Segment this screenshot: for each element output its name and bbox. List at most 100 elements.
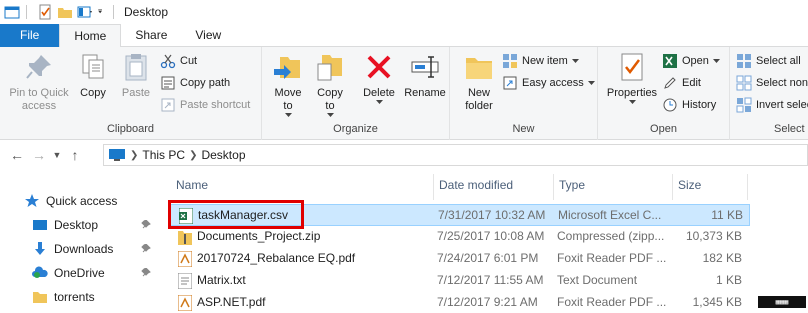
zip-icon [178,231,192,245]
new-folder-quick-icon[interactable] [57,4,73,20]
move-to-button[interactable]: Move to [270,51,306,118]
edit-label: Edit [682,77,701,89]
nav-item-desktop[interactable]: Desktop [32,214,98,236]
cloud-icon [32,266,48,278]
select-none-icon [736,75,752,91]
nav-item-downloads[interactable]: Downloads [32,238,113,260]
pin-icon [26,55,51,79]
pin-icon[interactable] [141,220,151,230]
new-folder-icon [466,58,492,79]
file-name: 20170724_Rebalance EQ.pdf [197,251,356,265]
easy-access-button[interactable]: Easy access [502,73,597,93]
forward-arrow-icon[interactable]: → [28,144,50,166]
properties-button[interactable]: Properties [604,51,660,105]
properties-quick-icon[interactable] [37,4,53,20]
easy-access-label: Easy access [522,77,584,89]
paste-shortcut-button[interactable]: Paste shortcut [160,95,250,115]
chevron-right-icon[interactable]: ❯ [130,150,138,161]
nav-label: Desktop [54,218,99,232]
chevron-down-icon [712,59,720,63]
pin-label-line2: access [21,100,57,112]
file-type: Foxit Reader PDF ... [557,295,667,309]
text-document-icon [178,273,192,289]
ribbon-tabs: File Home Share View [0,24,808,48]
select-all-button[interactable]: Select all [736,51,801,71]
file-row[interactable]: Documents_Project.zip 7/25/2017 10:08 AM… [170,226,750,248]
pin-icon[interactable] [141,244,151,254]
download-icon [35,242,45,255]
nav-item-torrents[interactable]: torrents [32,286,95,308]
open-button[interactable]: Open [662,51,722,71]
this-pc-icon [109,149,125,161]
new-item-button[interactable]: New item [502,51,581,71]
nav-item-quick-access[interactable]: Quick access [24,190,117,212]
tab-file[interactable]: File [0,24,60,47]
move-label-line1: Move [274,87,302,99]
clipboard-group-label: Clipboard [106,123,155,135]
move-to-icon [274,57,300,79]
new-folder-button[interactable]: New folder [460,51,498,113]
chevron-down-icon [375,100,383,104]
copy-path-button[interactable]: Copy path [160,73,230,93]
cut-button[interactable]: Cut [160,51,197,71]
desktop-icon [33,220,47,230]
nav-item-onedrive[interactable]: OneDrive [32,262,105,284]
column-header-name[interactable]: Name [170,170,433,200]
scissors-icon [160,54,176,69]
chevron-right-icon[interactable]: ❯ [189,150,197,161]
file-name: Matrix.txt [197,273,246,287]
new-item-label: New item [522,55,568,67]
organize-group: Move to Copy to Delete Rename Organize [262,47,450,140]
watermark-logo: ▦▦▦ [758,296,806,308]
delete-label: Delete [363,87,395,99]
breadcrumb-this-pc[interactable]: This PC [142,148,185,162]
address-bar[interactable]: ❯ This PC ❯ Desktop [103,144,808,166]
customize-quick-icon[interactable] [77,4,93,20]
title-bar: Desktop [0,0,808,24]
file-date: 7/31/2017 10:32 AM [438,208,546,222]
file-row[interactable]: ASP.NET.pdf 7/12/2017 9:21 AM Foxit Read… [170,292,750,313]
chevron-down-icon [326,113,334,117]
column-divider[interactable] [747,174,748,200]
file-size: 1 KB [715,273,742,287]
chevron-down-icon [284,113,292,117]
pin-to-quick-access-button[interactable]: Pin to Quick access [6,51,72,113]
select-group: Select all Select none Invert selection … [730,47,808,140]
chevron-down-icon[interactable] [97,4,107,20]
tab-home[interactable]: Home [59,24,122,48]
history-button[interactable]: History [662,95,716,115]
breadcrumb-desktop[interactable]: Desktop [201,148,245,162]
file-type: Foxit Reader PDF ... [557,251,667,265]
up-arrow-icon[interactable]: ↑ [64,144,86,166]
file-row[interactable]: Matrix.txt 7/12/2017 11:55 AM Text Docum… [170,270,750,292]
file-row[interactable]: 20170724_Rebalance EQ.pdf 7/24/2017 6:01… [170,248,750,270]
properties-label: Properties [606,87,658,99]
chevron-down-icon [628,100,636,104]
recent-locations-chevron-icon[interactable]: ▼ [50,144,64,166]
select-none-button[interactable]: Select none [736,73,808,93]
copy-button[interactable]: Copy [76,51,110,100]
pdf-icon [178,295,192,311]
back-arrow-icon[interactable]: ← [6,144,28,166]
column-header-size[interactable]: Size [672,170,742,200]
copy-to-button[interactable]: Copy to [312,51,348,118]
file-date: 7/12/2017 11:55 AM [437,273,544,287]
paste-button[interactable]: Paste [118,51,154,100]
tab-share[interactable]: Share [121,24,181,47]
column-header-date-modified[interactable]: Date modified [433,170,553,200]
edit-button[interactable]: Edit [662,73,701,93]
window-title: Desktop [124,5,169,19]
rename-button[interactable]: Rename [402,51,448,100]
new-folder-label-line1: New [467,87,490,99]
tab-view[interactable]: View [181,24,235,47]
navigation-pane: Quick access Desktop Downloads OneDrive … [0,170,160,313]
pin-icon[interactable] [141,268,151,278]
pin-label-line1: Pin to Quick [9,87,69,99]
open-label: Open [682,55,709,67]
invert-selection-button[interactable]: Invert selection [736,95,808,115]
invert-selection-icon [736,97,752,113]
open-group: Properties Open Edit History Open [598,47,730,140]
delete-button[interactable]: Delete [360,51,398,105]
invert-selection-label: Invert selection [756,99,808,111]
column-header-type[interactable]: Type [553,170,673,200]
